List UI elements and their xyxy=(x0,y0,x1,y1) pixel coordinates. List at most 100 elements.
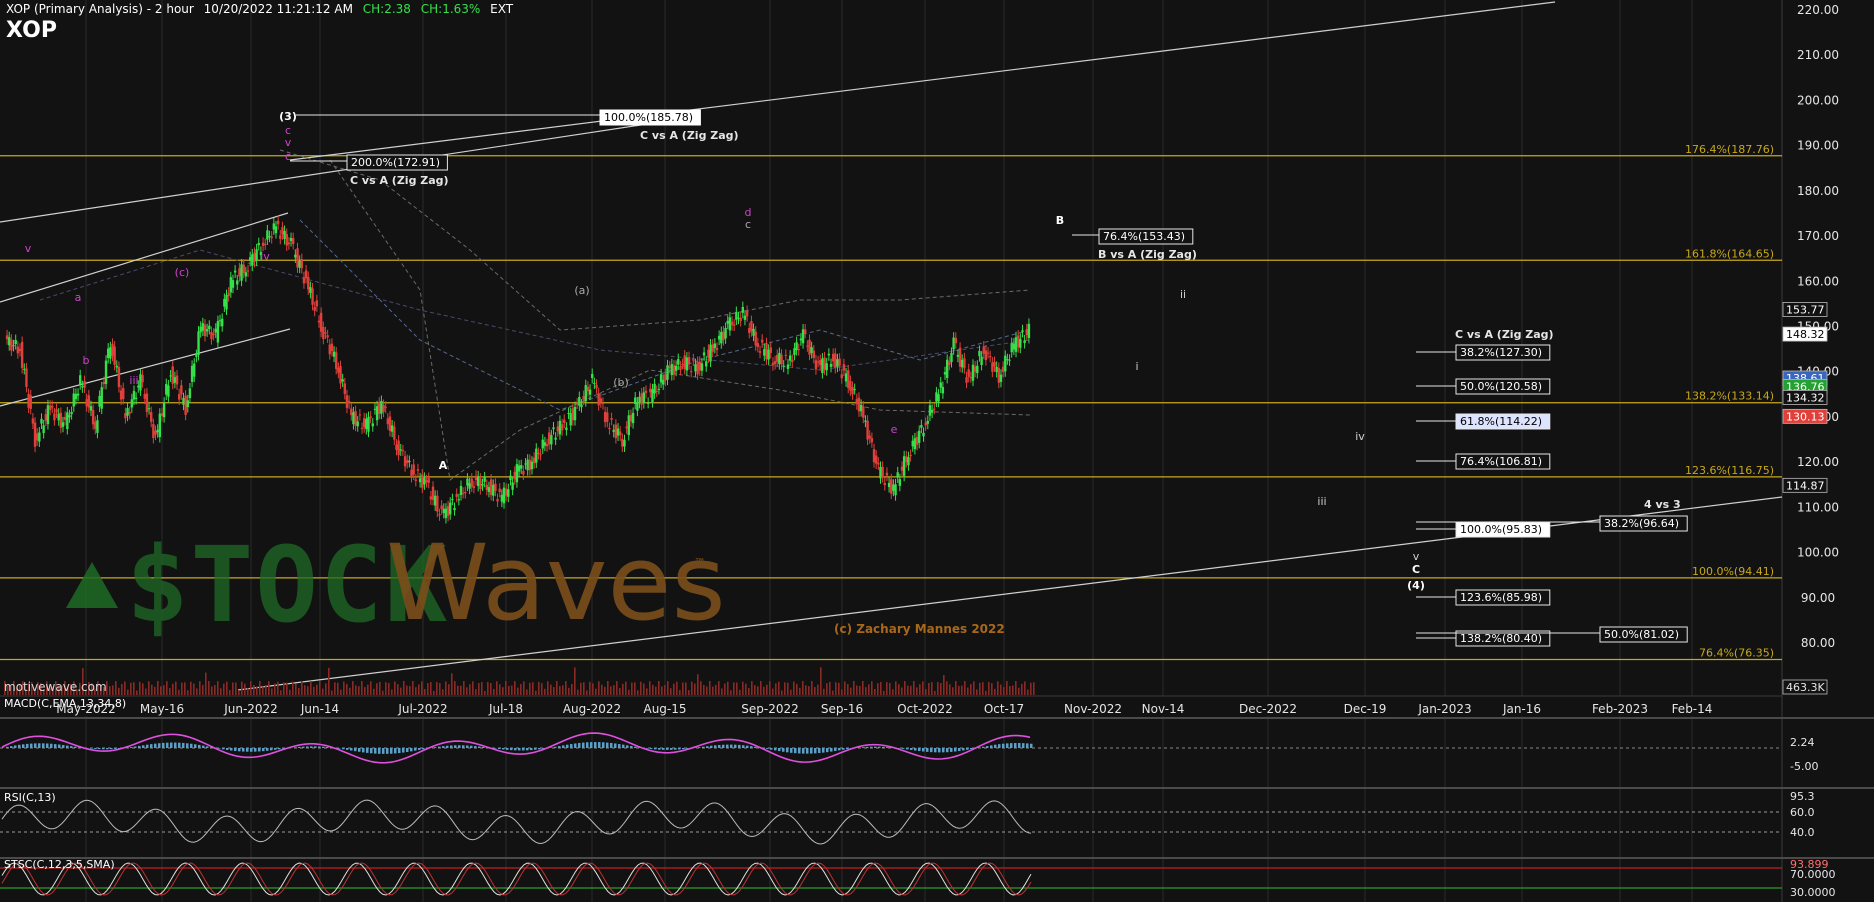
price-candle xyxy=(124,413,127,419)
volume-bar xyxy=(952,687,954,695)
price-candle xyxy=(461,492,465,494)
volume-bar xyxy=(1033,682,1035,695)
volume-bar xyxy=(1027,689,1029,695)
price-candle xyxy=(324,332,327,334)
price-candle xyxy=(907,457,910,466)
volume-bar xyxy=(613,685,615,695)
volume-bar xyxy=(136,690,138,695)
price-candle xyxy=(251,254,254,266)
volume-bar xyxy=(601,684,603,695)
macd-hist-bar xyxy=(806,748,809,754)
volume-bar xyxy=(289,689,291,695)
price-candle xyxy=(892,484,895,491)
macd-hist-bar xyxy=(938,748,941,753)
volume-bar xyxy=(928,683,930,695)
price-candle xyxy=(730,321,734,326)
price-candle xyxy=(720,332,723,344)
price-candle xyxy=(29,395,32,409)
price-candle xyxy=(38,432,41,442)
price-candle xyxy=(481,484,484,486)
wave-label: c xyxy=(285,150,291,163)
price-candle xyxy=(358,414,362,416)
volume-bar xyxy=(949,684,951,695)
price-candle xyxy=(918,430,921,443)
price-candle xyxy=(726,320,729,324)
macd-hist-bar xyxy=(130,747,133,748)
macd-hist-bar xyxy=(278,748,281,750)
volume-bar xyxy=(790,689,792,695)
time-tick-label: Dec-19 xyxy=(1344,702,1387,716)
price-chart[interactable]: May-2022 May-16 Jun-2022 Jun-14 Jul-2022 Jul-… xyxy=(0,0,1874,902)
price-candle xyxy=(197,331,200,356)
price-candle xyxy=(85,399,88,407)
volume-bar xyxy=(715,684,717,695)
macd-hist-bar xyxy=(454,745,457,748)
price-candle xyxy=(298,260,301,268)
volume-bar xyxy=(904,681,906,695)
price-candle xyxy=(122,388,125,399)
volume-bar xyxy=(454,681,456,695)
price-candle xyxy=(48,405,52,410)
volume-bar xyxy=(451,673,453,695)
price-candle xyxy=(365,418,368,430)
four-vs-three-level: 38.2%(96.64) xyxy=(1604,517,1679,530)
macd-hist-bar xyxy=(474,746,477,748)
price-candle xyxy=(627,415,630,436)
macd-hist-bar xyxy=(234,748,237,751)
price-candle xyxy=(337,367,340,373)
price-candle xyxy=(145,393,149,412)
volume-bar xyxy=(193,683,195,695)
volume-bar xyxy=(808,686,810,695)
wave-label: A xyxy=(439,459,448,472)
price-candle xyxy=(1016,335,1020,348)
volume-bar xyxy=(544,688,546,695)
price-candle xyxy=(468,483,471,489)
volume-bar xyxy=(127,689,129,695)
volume-bar xyxy=(610,686,612,695)
price-candle xyxy=(752,328,755,336)
volume-bar xyxy=(310,681,312,695)
price-candle xyxy=(350,408,353,416)
price-candle xyxy=(294,254,297,258)
wave-label: iii xyxy=(1317,495,1326,508)
volume-bar xyxy=(433,690,435,695)
price-candle xyxy=(769,347,772,353)
price-candle xyxy=(760,339,764,343)
price-candle xyxy=(139,374,142,391)
price-candle xyxy=(823,357,826,370)
price-candle xyxy=(894,484,897,496)
volume-bar xyxy=(517,687,519,695)
volume-bar xyxy=(301,681,303,695)
price-candle xyxy=(117,367,121,388)
axis-tag: 134.32 xyxy=(1786,391,1825,404)
volume-bar xyxy=(211,686,213,695)
macd-hist-bar xyxy=(770,748,773,750)
macd-hist-bar xyxy=(66,745,69,748)
volume-bar xyxy=(154,686,156,695)
time-tick-label: Jun-2022 xyxy=(223,702,278,716)
volume-bar xyxy=(643,683,645,695)
volume-bar xyxy=(376,683,378,695)
macd-hist-bar xyxy=(342,748,345,750)
price-candle xyxy=(242,264,245,273)
price-candle xyxy=(653,383,656,394)
macd-hist-bar xyxy=(230,748,233,751)
price-candle xyxy=(1025,329,1028,336)
macd-hist-bar xyxy=(518,748,521,751)
price-candle xyxy=(240,264,243,281)
price-candle xyxy=(167,385,170,397)
volume-bar xyxy=(772,688,774,695)
macd-hist-bar xyxy=(378,748,381,754)
four-vs-three-title: 4 vs 3 xyxy=(1644,498,1681,511)
price-candle xyxy=(184,395,187,415)
price-candle xyxy=(924,422,927,426)
volume-bar xyxy=(994,688,996,695)
price-candle xyxy=(317,320,321,323)
volume-bar xyxy=(346,683,348,695)
time-tick-label: Dec-2022 xyxy=(1239,702,1297,716)
volume-bar xyxy=(631,682,633,695)
volume-bar xyxy=(238,690,240,695)
price-candle xyxy=(221,318,224,327)
price-candle xyxy=(573,406,577,421)
volume-bar xyxy=(763,686,765,695)
